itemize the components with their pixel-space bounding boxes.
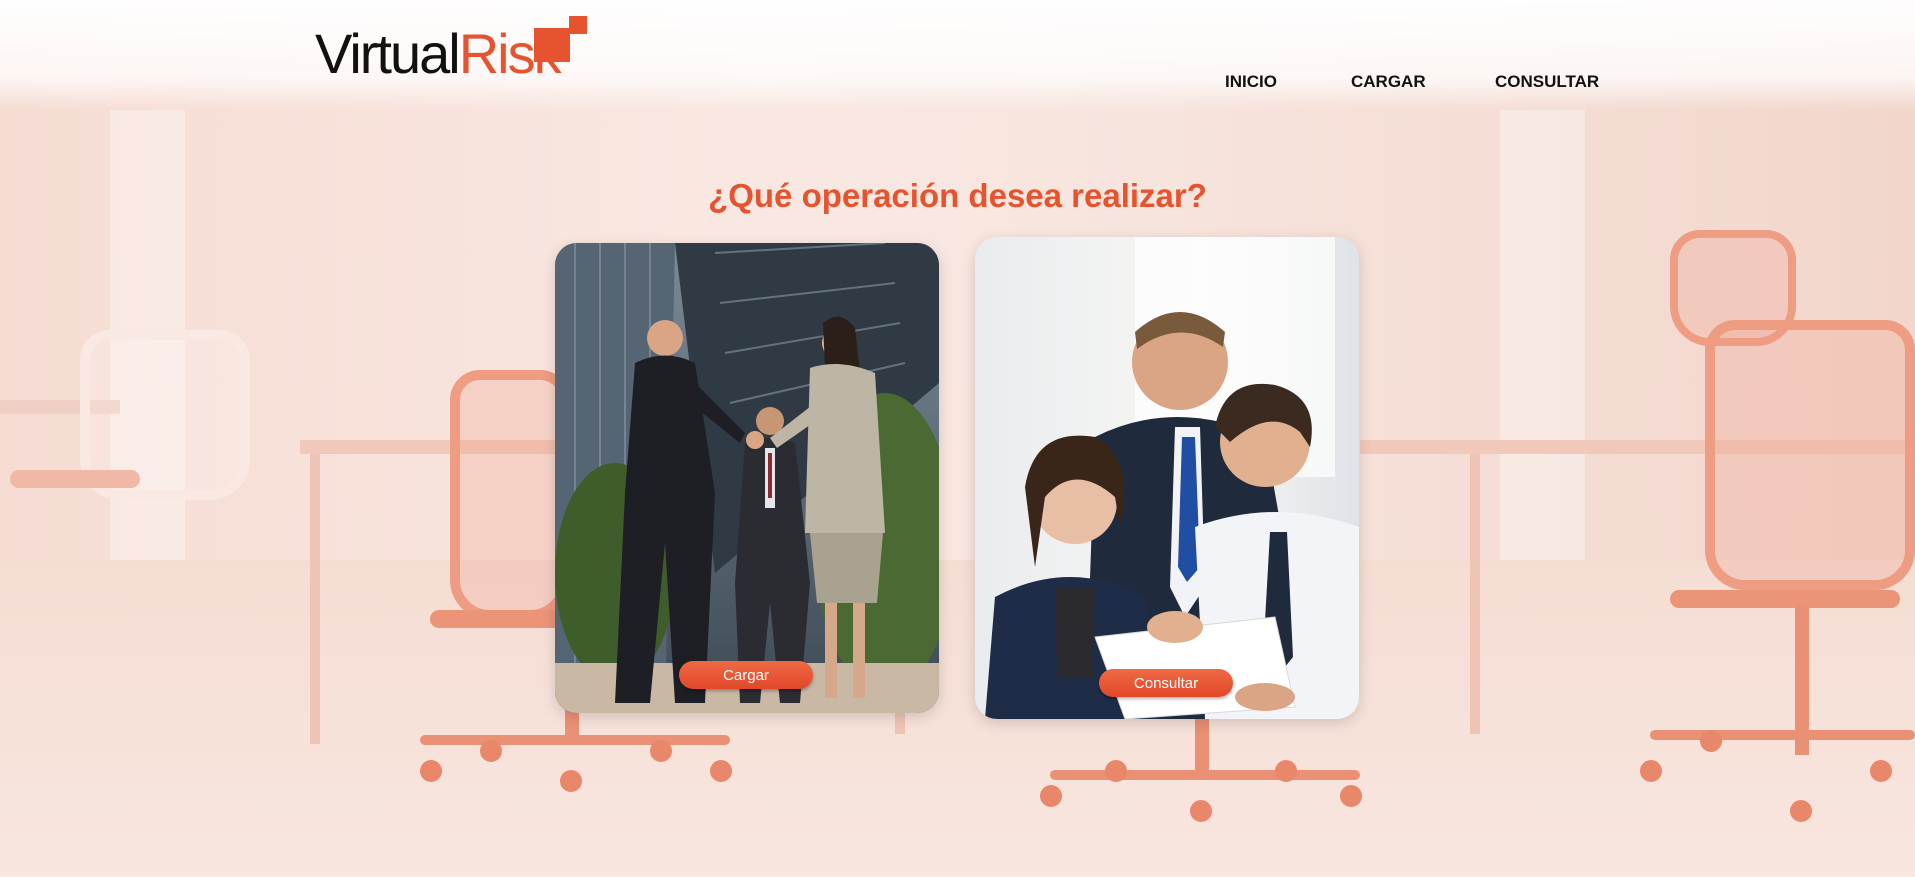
- card-cargar[interactable]: Cargar: [555, 243, 939, 713]
- logo-square-icon: [534, 28, 570, 62]
- team-reviewing-document-photo: [975, 237, 1359, 719]
- site-header: VirtualRisk INICIO CARGAR CONSULTAR: [0, 0, 1915, 110]
- nav-item-consultar[interactable]: CONSULTAR: [1495, 72, 1599, 92]
- nav-item-inicio[interactable]: INICIO: [1225, 72, 1277, 92]
- office-background: [0, 0, 1915, 877]
- nav-item-cargar[interactable]: CARGAR: [1351, 72, 1426, 92]
- card-consultar[interactable]: Consultar: [975, 237, 1359, 719]
- page-title: ¿Qué operación desea realizar?: [708, 177, 1207, 215]
- consultar-button[interactable]: Consultar: [1099, 669, 1233, 697]
- cargar-button[interactable]: Cargar: [679, 661, 813, 689]
- logo[interactable]: VirtualRisk: [315, 16, 590, 86]
- logo-text-virtual: Virtual: [315, 22, 461, 85]
- business-handshake-photo: [555, 243, 939, 713]
- logo-small-square-icon: [569, 16, 587, 34]
